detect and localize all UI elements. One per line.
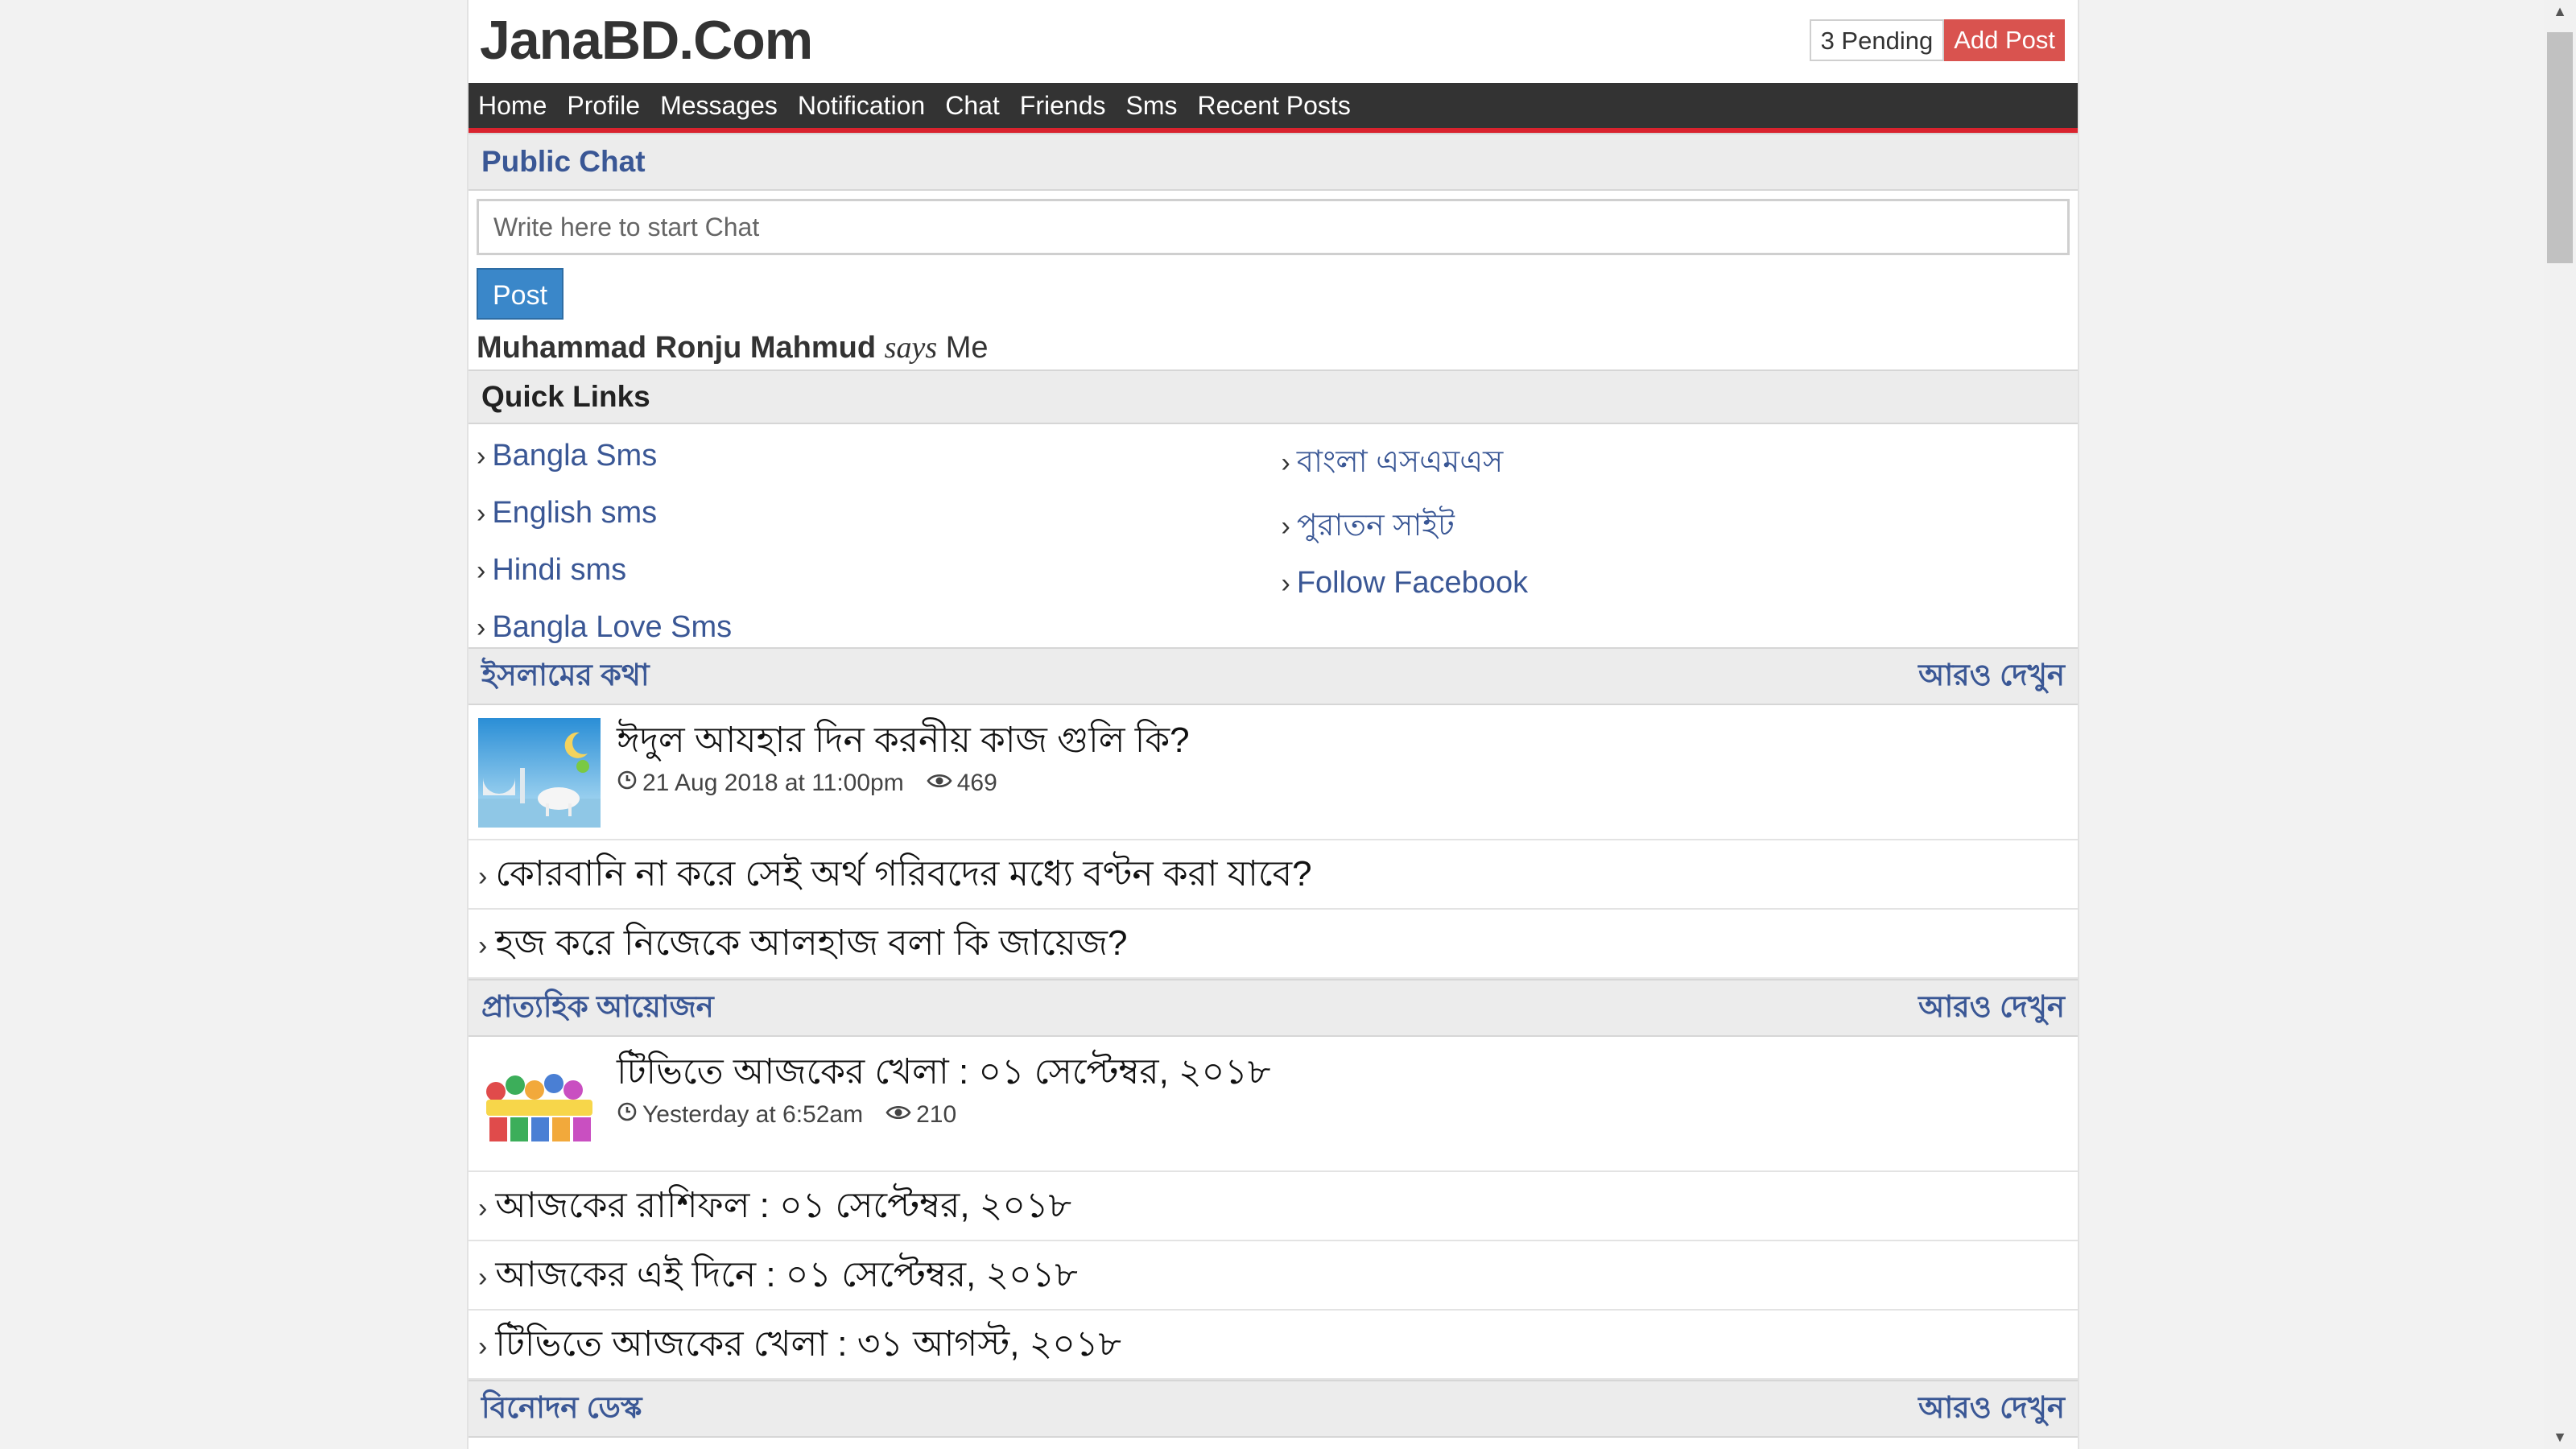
view-count: 469: [956, 770, 997, 796]
nav-item-messages[interactable]: Messages: [660, 83, 778, 128]
quick-link-label: English sms: [492, 496, 658, 530]
scroll-down-arrow-icon[interactable]: ▼: [2544, 1429, 2576, 1446]
featured-post[interactable]: ঈদুল আযহার দিন করনীয় কাজ গুলি কি? 21 Au…: [469, 705, 2078, 840]
quick-links-header: Quick Links: [469, 369, 2078, 424]
quick-link-label: Follow Facebook: [1296, 566, 1529, 600]
chevron-right-icon: ›: [477, 441, 486, 472]
quick-link-follow-facebook[interactable]: › Follow Facebook: [1282, 558, 2079, 609]
chevron-right-icon: ›: [478, 1331, 488, 1362]
post-link[interactable]: আজকের রাশিফল : ০১ সেপ্টেম্বর, ২০১৮: [495, 1186, 1071, 1225]
nav-item-profile[interactable]: Profile: [567, 83, 640, 128]
quick-link-label: বাংলা এসএমএস: [1296, 445, 1504, 479]
chat-area: Post Muhammad Ronju Mahmud says Me: [469, 191, 2078, 369]
scrollbar[interactable]: ▲ ▼: [2544, 0, 2576, 1449]
post-date: Yesterday at 6:52am: [642, 1101, 864, 1128]
nav-item-sms[interactable]: Sms: [1126, 83, 1178, 128]
nav-item-recent-posts[interactable]: Recent Posts: [1198, 83, 1351, 128]
chevron-right-icon: ›: [477, 555, 486, 586]
quick-links-title: Quick Links: [481, 380, 650, 413]
chat-post-button[interactable]: Post: [477, 268, 564, 320]
chevron-right-icon: ›: [478, 1193, 488, 1224]
quick-link-bangla-sms-bn[interactable]: › বাংলা এসএমএস: [1282, 431, 2079, 494]
post-list-item[interactable]: › কোরবানি না করে সেই অর্থ গরিবদের মধ্যে ব…: [469, 840, 2078, 910]
quick-link-label: Hindi sms: [492, 553, 627, 587]
site-logo[interactable]: JanaBD.Com: [480, 6, 813, 74]
chat-message-verb: says: [884, 331, 938, 365]
section-header-islam: ইসলামের কথা আরও দেখুন: [469, 647, 2078, 705]
featured-post-meta: Yesterday at 6:52am 210: [617, 1101, 956, 1129]
nav-item-chat[interactable]: Chat: [945, 83, 1000, 128]
post-list-item[interactable]: › হজ করে নিজেকে আলহাজ বলা কি জায়েজ?: [469, 910, 2078, 979]
see-more-link[interactable]: আরও দেখুন: [1918, 1384, 2065, 1435]
post-views: 210: [886, 1101, 956, 1129]
section-title[interactable]: প্রাত্যহিক আয়োজন: [481, 983, 714, 1034]
pending-button[interactable]: 3 Pending: [1809, 19, 1945, 61]
quick-links-right: › বাংলা এসএমএস › পুরাতন সাইট › Follow Faceb…: [1274, 427, 2079, 647]
chevron-right-icon: ›: [1281, 568, 1290, 599]
featured-post-meta: 21 Aug 2018 at 11:00pm 469: [617, 770, 997, 797]
featured-post-title[interactable]: টিভিতে আজকের খেলা : ০১ সেপ্টেম্বর, ২০১৮: [617, 1045, 1270, 1104]
page-container: JanaBD.Com 3 Pending Add Post Home Profi…: [467, 0, 2079, 1449]
public-chat-title[interactable]: Public Chat: [481, 145, 646, 179]
quick-link-old-site[interactable]: › পুরাতন সাইট: [1282, 494, 2079, 558]
nav-item-notification[interactable]: Notification: [798, 83, 925, 128]
chevron-right-icon: ›: [1281, 448, 1290, 478]
quick-link-label: পুরাতন সাইট: [1296, 509, 1455, 543]
public-chat-header: Public Chat: [469, 133, 2078, 191]
nav-item-home[interactable]: Home: [478, 83, 547, 128]
chevron-right-icon: ›: [1281, 511, 1290, 542]
post-list-item[interactable]: › টিভিতে আজকের খেলা : ৩১ আগস্ট, ২০১৮: [469, 1311, 2078, 1380]
post-views: 469: [927, 770, 997, 797]
chevron-right-icon: ›: [478, 931, 488, 961]
chat-input[interactable]: [477, 199, 2070, 255]
eye-icon: [886, 1101, 911, 1129]
chevron-right-icon: ›: [477, 498, 486, 529]
post-link[interactable]: টিভিতে আজকের খেলা : ৩১ আগস্ট, ২০১৮: [495, 1324, 1121, 1364]
eye-icon: [927, 770, 952, 797]
post-link[interactable]: আজকের এই দিনে : ০১ সেপ্টেম্বর, ২০১৮: [495, 1255, 1077, 1294]
clock-icon: [617, 1101, 638, 1129]
post-list-item[interactable]: › আজকের এই দিনে : ০১ সেপ্টেম্বর, ২০১৮: [469, 1241, 2078, 1311]
add-post-button[interactable]: Add Post: [1944, 19, 2065, 61]
chat-message-text: Me: [945, 331, 989, 365]
quick-link-hindi-sms[interactable]: › Hindi sms: [477, 542, 1274, 599]
section-title[interactable]: বিনোদন ডেস্ক: [481, 1384, 642, 1435]
chevron-right-icon: ›: [478, 1262, 488, 1293]
post-link[interactable]: হজ করে নিজেকে আলহাজ বলা কি জায়েজ?: [495, 923, 1127, 963]
section-header-entertainment: বিনোদন ডেস্ক আরও দেখুন: [469, 1380, 2078, 1438]
featured-post-title[interactable]: ঈদুল আযহার দিন করনীয় কাজ গুলি কি?: [617, 713, 1190, 772]
post-link[interactable]: কোরবানি না করে সেই অর্থ গরিবদের মধ্যে বণ…: [495, 854, 1311, 894]
site-header: JanaBD.Com 3 Pending Add Post: [469, 0, 2078, 83]
post-thumbnail[interactable]: [478, 1050, 601, 1159]
quick-link-label: Bangla Love Sms: [492, 610, 733, 644]
quick-link-english-sms[interactable]: › English sms: [477, 485, 1274, 542]
post-thumbnail[interactable]: [478, 718, 601, 828]
quick-links: › Bangla Sms › English sms › Hindi sms › Ban…: [469, 424, 2078, 647]
see-more-link[interactable]: আরও দেখুন: [1918, 983, 2065, 1034]
main-nav: Home Profile Messages Notification Chat …: [469, 83, 2078, 133]
scrollbar-thumb[interactable]: [2547, 32, 2573, 263]
post-date: 21 Aug 2018 at 11:00pm: [642, 770, 904, 796]
chat-message: Muhammad Ronju Mahmud says Me: [477, 326, 2070, 369]
nav-item-friends[interactable]: Friends: [1020, 83, 1106, 128]
clock-icon: [617, 770, 638, 797]
chat-message-author[interactable]: Muhammad Ronju Mahmud: [477, 331, 876, 365]
quick-links-left: › Bangla Sms › English sms › Hindi sms › Ban…: [469, 427, 1274, 647]
quick-link-bangla-sms[interactable]: › Bangla Sms: [477, 427, 1274, 485]
scroll-up-arrow-icon[interactable]: ▲: [2544, 3, 2576, 20]
chevron-right-icon: ›: [477, 613, 486, 643]
header-actions: 3 Pending Add Post: [1809, 19, 2065, 61]
view-count: 210: [916, 1101, 957, 1128]
chevron-right-icon: ›: [478, 861, 488, 892]
quick-link-label: Bangla Sms: [492, 439, 658, 473]
section-title[interactable]: ইসলামের কথা: [481, 651, 650, 702]
featured-post[interactable]: টিভিতে আজকের খেলা : ০১ সেপ্টেম্বর, ২০১৮ …: [469, 1037, 2078, 1172]
see-more-link[interactable]: আরও দেখুন: [1918, 651, 2065, 702]
section-header-daily: প্রাত্যহিক আয়োজন আরও দেখুন: [469, 979, 2078, 1037]
post-list-item[interactable]: › আজকের রাশিফল : ০১ সেপ্টেম্বর, ২০১৮: [469, 1172, 2078, 1241]
